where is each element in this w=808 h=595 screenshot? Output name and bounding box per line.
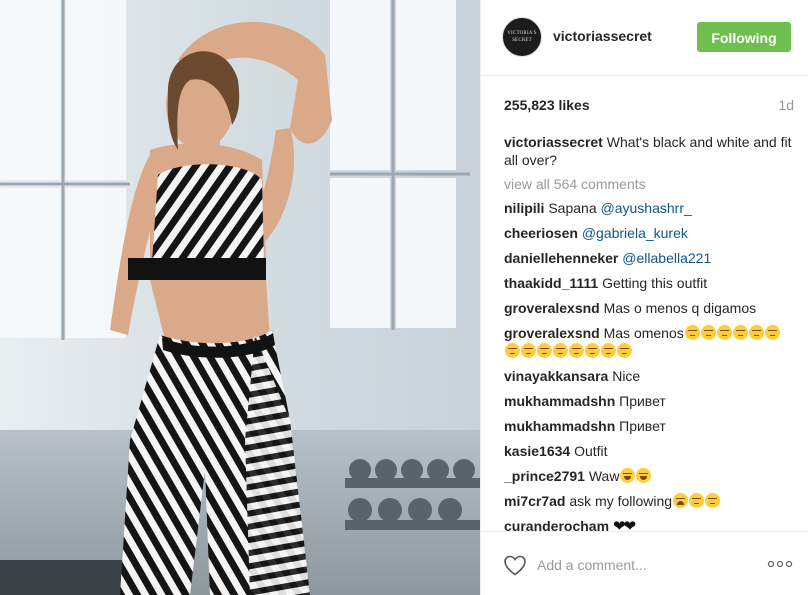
instagram-post-modal: VICTORIA'S SECRET victoriassecret Follow… xyxy=(0,0,808,595)
unamused-emoji-icon xyxy=(537,343,552,358)
unamused-emoji-icon xyxy=(585,343,600,358)
comment-emoji-group xyxy=(619,468,652,484)
comment-username[interactable]: thaakidd_1111 xyxy=(504,275,598,291)
unamused-emoji-icon xyxy=(553,343,568,358)
comment-username[interactable]: _prince2791 xyxy=(504,468,585,484)
comment-mention[interactable]: @ayushashrr_ xyxy=(601,200,692,216)
comment-text: Outfit xyxy=(570,443,608,459)
post-photo-illustration xyxy=(0,0,480,595)
comment-username[interactable]: groveralexsnd xyxy=(504,325,600,341)
post-photo[interactable] xyxy=(0,0,480,595)
heart-outline-icon[interactable] xyxy=(503,554,527,576)
post-caption: victoriassecret What's black and white a… xyxy=(504,133,794,169)
comment-item: mukhammadshn Привет xyxy=(504,392,794,410)
comment-mention[interactable]: @ellabella221 xyxy=(622,250,711,266)
unamused-emoji-icon xyxy=(569,343,584,358)
unamused-emoji-icon xyxy=(705,493,721,508)
avatar-text-line-1: VICTORIA'S xyxy=(507,31,537,36)
comment-item: daniellehenneker @ellabella221 xyxy=(504,249,794,267)
more-options-icon[interactable] xyxy=(767,559,793,569)
post-time[interactable]: 1d xyxy=(778,97,794,113)
comment-item: kasie1634 Outfit xyxy=(504,442,794,460)
unamused-emoji-icon xyxy=(684,325,700,340)
comment-text: Waw xyxy=(584,468,620,484)
comment-username[interactable]: mi7cr7ad xyxy=(504,493,565,509)
unamused-emoji-icon xyxy=(700,325,716,340)
comment-text: Nice xyxy=(608,368,641,384)
comment-item: groveralexsnd Mas omenos xyxy=(504,324,794,360)
comments-list[interactable]: victoriassecret What's black and white a… xyxy=(504,133,794,533)
comment-username[interactable]: vinayakkansara xyxy=(504,368,608,384)
comment-item: mi7cr7ad ask my following xyxy=(504,492,794,510)
post-header: VICTORIA'S SECRET victoriassecret Follow… xyxy=(481,0,808,76)
comment-username[interactable]: mukhammadshn xyxy=(504,418,615,434)
comment-text: Привет xyxy=(615,393,666,409)
comment-text: Getting this outfit xyxy=(598,275,708,291)
comment-text: Mas omenos xyxy=(599,325,684,341)
comment-username[interactable]: cheeriosen xyxy=(504,225,578,241)
post-meta: 255,823 likes 1d xyxy=(504,96,794,116)
comment-mention[interactable]: @gabriela_kurek xyxy=(582,225,688,241)
post-sidebar: VICTORIA'S SECRET victoriassecret Follow… xyxy=(480,0,808,595)
avatar[interactable]: VICTORIA'S SECRET xyxy=(502,17,542,57)
unamused-emoji-icon xyxy=(689,493,705,508)
comment-item: cheeriosen @gabriela_kurek xyxy=(504,224,794,242)
laugh-emoji-icon xyxy=(620,468,636,483)
post-username[interactable]: victoriassecret xyxy=(553,28,652,44)
cry-emoji-icon xyxy=(673,493,689,508)
comment-item: nilipili Sapana @ayushashrr_ xyxy=(504,199,794,217)
view-all-comments-link[interactable]: view all 564 comments xyxy=(504,175,794,193)
unamused-emoji-icon xyxy=(732,325,748,340)
comment-username[interactable]: mukhammadshn xyxy=(504,393,615,409)
laugh-emoji-icon xyxy=(636,468,652,483)
comment-item: _prince2791 Waw xyxy=(504,467,794,485)
unamused-emoji-icon xyxy=(764,325,780,340)
likes-count[interactable]: 255,823 likes xyxy=(504,97,590,113)
comment-text: Привет xyxy=(615,418,666,434)
comment-username[interactable]: daniellehenneker xyxy=(504,250,618,266)
unamused-emoji-icon xyxy=(505,343,520,358)
comment-username[interactable]: nilipili xyxy=(504,200,544,216)
comment-text: ask my following xyxy=(565,493,673,509)
comment-emoji-group xyxy=(672,493,721,509)
comment-item: mukhammadshn Привет xyxy=(504,417,794,435)
unamused-emoji-icon xyxy=(601,343,616,358)
caption-username[interactable]: victoriassecret xyxy=(504,134,603,150)
unamused-emoji-icon xyxy=(716,325,732,340)
comment-username[interactable]: kasie1634 xyxy=(504,443,570,459)
unamused-emoji-icon xyxy=(748,325,764,340)
unamused-emoji-icon xyxy=(617,343,632,358)
comment-item: vinayakkansara Nice xyxy=(504,367,794,385)
comment-text: Sapana xyxy=(544,200,601,216)
comment-username[interactable]: groveralexsnd xyxy=(504,300,600,316)
avatar-text-line-2: SECRET xyxy=(512,38,532,43)
add-comment-input[interactable] xyxy=(537,551,747,579)
comment-text: Mas o menos q digamos xyxy=(599,300,757,316)
comment-item: thaakidd_1111 Getting this outfit xyxy=(504,274,794,292)
unamused-emoji-icon xyxy=(521,343,536,358)
following-button[interactable]: Following xyxy=(697,22,791,52)
comment-item: groveralexsnd Mas o menos q digamos xyxy=(504,299,794,317)
comment-footer xyxy=(481,531,808,595)
